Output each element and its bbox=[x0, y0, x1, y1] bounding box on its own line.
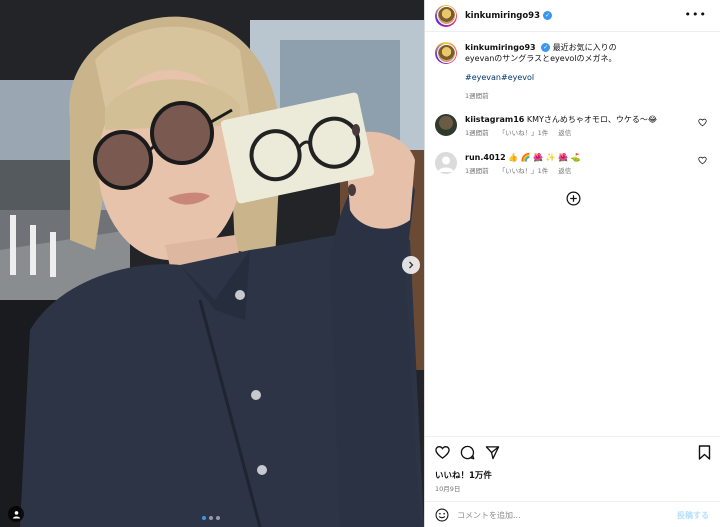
next-slide-button[interactable] bbox=[402, 256, 420, 274]
caption: kinkumiringo93 ✓ 最近お気に入りの eyevanのサングラスとe… bbox=[435, 42, 711, 102]
hashtags-link[interactable]: #eyevan#eyevol bbox=[465, 72, 705, 83]
add-comment-bar: 投稿する bbox=[425, 501, 720, 527]
post-detail-panel: kinkumiringo93 ✓ ••• kinkumiringo93 ✓ 最近… bbox=[424, 0, 720, 527]
comment-input[interactable] bbox=[457, 510, 657, 520]
bookmark-icon[interactable] bbox=[698, 445, 711, 460]
carousel-dot bbox=[216, 516, 220, 520]
comment-username[interactable]: kiistagram16 bbox=[465, 115, 524, 124]
carousel-indicator bbox=[202, 516, 220, 520]
comment-bubble-icon[interactable] bbox=[460, 445, 475, 460]
heart-icon[interactable] bbox=[698, 118, 707, 127]
comment-username[interactable]: run.4012 bbox=[465, 153, 506, 162]
comment-timestamp: 1週間前 bbox=[465, 167, 489, 175]
load-more-comments-icon[interactable] bbox=[566, 191, 581, 206]
comment-text: KMYさんめちゃオモロ、ウケる～😂 bbox=[526, 115, 658, 124]
verified-badge-icon: ✓ bbox=[543, 11, 553, 20]
verified-badge-icon: ✓ bbox=[541, 43, 551, 52]
carousel-dot bbox=[209, 516, 213, 520]
selfie-image bbox=[0, 0, 424, 527]
share-send-icon[interactable] bbox=[485, 445, 500, 460]
avatar[interactable] bbox=[435, 114, 457, 136]
comment-item: run.4012 👍 🌈 🌺 ✨ 🌺 ⛳ 1週間前 「いいね！」1件 返信 bbox=[435, 152, 711, 177]
chevron-right-icon bbox=[409, 261, 414, 269]
caption-username[interactable]: kinkumiringo93 bbox=[465, 43, 536, 52]
comment-item: kiistagram16 KMYさんめちゃオモロ、ウケる～😂 1週間前 「いいね… bbox=[435, 114, 711, 139]
caption-text-line1: 最近お気に入りの bbox=[552, 43, 617, 52]
username-link[interactable]: kinkumiringo93 bbox=[465, 11, 540, 21]
tagged-users-button[interactable] bbox=[8, 506, 24, 522]
user-icon bbox=[12, 510, 20, 519]
comment-likes-link[interactable]: 「いいね！」1件 bbox=[499, 166, 549, 177]
post-comment-button[interactable]: 投稿する bbox=[677, 510, 709, 521]
comment-reply-button[interactable]: 返信 bbox=[558, 128, 571, 139]
comment-timestamp: 1週間前 bbox=[465, 129, 489, 137]
comment-likes-link[interactable]: 「いいね！」1件 bbox=[499, 128, 549, 139]
emoji-icon[interactable] bbox=[435, 508, 449, 522]
avatar[interactable] bbox=[435, 42, 457, 64]
avatar[interactable] bbox=[435, 152, 457, 174]
post-actions: いいね！1万件 10月9日 投稿する bbox=[425, 436, 720, 527]
likes-count-link[interactable]: いいね！1万件 bbox=[435, 469, 492, 481]
avatar[interactable] bbox=[435, 4, 457, 27]
caption-timestamp: 1週間前 bbox=[465, 92, 489, 100]
comment-text: 👍 🌈 🌺 ✨ 🌺 ⛳ bbox=[508, 153, 581, 162]
comment-reply-button[interactable]: 返信 bbox=[558, 166, 571, 177]
carousel-dot bbox=[202, 516, 206, 520]
post-date[interactable]: 10月9日 bbox=[435, 483, 460, 493]
like-heart-icon[interactable] bbox=[435, 445, 450, 460]
post-header: kinkumiringo93 ✓ ••• bbox=[425, 0, 720, 32]
caption-text-line2: eyevanのサングラスとeyevolのメガネ。 bbox=[465, 54, 617, 63]
heart-icon[interactable] bbox=[698, 156, 707, 165]
more-options-icon[interactable]: ••• bbox=[685, 8, 707, 21]
default-avatar-icon bbox=[438, 156, 454, 172]
post-photo[interactable] bbox=[0, 0, 424, 527]
